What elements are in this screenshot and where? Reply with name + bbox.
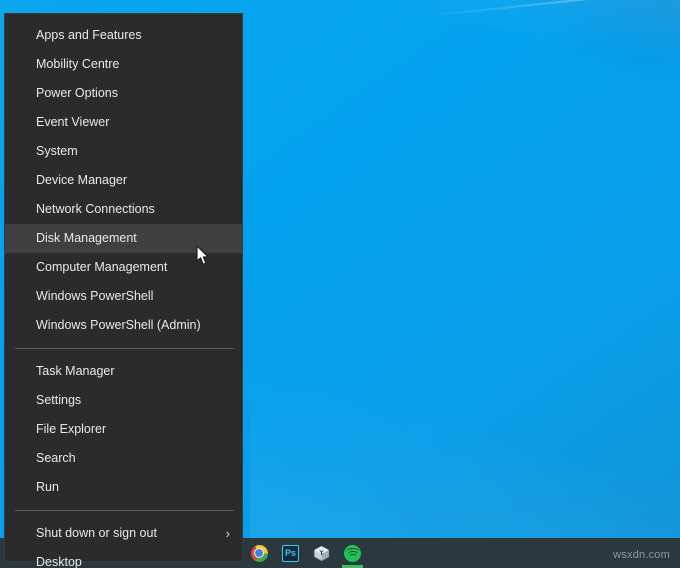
menu-item-label: Power Options (36, 79, 118, 108)
wallpaper-light-streak (390, 0, 680, 136)
menu-item-label: Settings (36, 386, 81, 415)
taskbar-button-photoshop[interactable]: Ps (275, 538, 306, 568)
menu-item-label: Windows PowerShell (Admin) (36, 311, 201, 340)
menu-item-mobility-centre[interactable]: Mobility Centre (5, 50, 242, 79)
menu-item-run[interactable]: Run (5, 473, 242, 502)
menu-item-power-options[interactable]: Power Options (5, 79, 242, 108)
menu-item-windows-powershell-admin[interactable]: Windows PowerShell (Admin) (5, 311, 242, 340)
menu-item-apps-and-features[interactable]: Apps and Features (5, 21, 242, 50)
wallpaper-thin-streak (421, 0, 680, 18)
menu-item-windows-powershell[interactable]: Windows PowerShell (5, 282, 242, 311)
menu-item-event-viewer[interactable]: Event Viewer (5, 108, 242, 137)
menu-item-computer-management[interactable]: Computer Management (5, 253, 242, 282)
menu-item-label: Desktop (36, 548, 82, 568)
menu-item-label: Windows PowerShell (36, 282, 153, 311)
menu-group-system-tools: Apps and Features Mobility Centre Power … (5, 21, 242, 340)
menu-group-session: Shut down or sign out › Desktop (5, 519, 242, 568)
taskbar-button-spotify[interactable] (337, 538, 368, 568)
menu-item-task-manager[interactable]: Task Manager (5, 357, 242, 386)
menu-item-search[interactable]: Search (5, 444, 242, 473)
menu-separator-1 (15, 348, 234, 349)
menu-item-label: Network Connections (36, 195, 155, 224)
menu-item-label: Disk Management (36, 224, 137, 253)
menu-item-file-explorer[interactable]: File Explorer (5, 415, 242, 444)
menu-item-network-connections[interactable]: Network Connections (5, 195, 242, 224)
menu-item-label: Apps and Features (36, 21, 142, 50)
menu-item-settings[interactable]: Settings (5, 386, 242, 415)
taskbar-button-chrome[interactable] (244, 538, 275, 568)
winx-context-menu[interactable]: Apps and Features Mobility Centre Power … (4, 13, 243, 562)
watermark-text: wsxdn.com (613, 549, 670, 561)
menu-item-system[interactable]: System (5, 137, 242, 166)
menu-item-label: Shut down or sign out (36, 519, 157, 548)
menu-item-label: Device Manager (36, 166, 127, 195)
photoshop-icon: Ps (282, 545, 299, 562)
menu-separator-2 (15, 510, 234, 511)
virtualbox-icon (313, 545, 330, 562)
chrome-icon (251, 545, 268, 562)
chevron-right-icon: › (226, 527, 230, 540)
menu-item-label: Run (36, 473, 59, 502)
menu-item-label: Event Viewer (36, 108, 109, 137)
menu-item-label: Search (36, 444, 76, 473)
menu-item-device-manager[interactable]: Device Manager (5, 166, 242, 195)
menu-item-label: System (36, 137, 78, 166)
spotify-icon (344, 545, 361, 562)
taskbar-icon-strip: Ps (244, 538, 368, 568)
menu-item-desktop[interactable]: Desktop (5, 548, 242, 568)
menu-item-label: Task Manager (36, 357, 115, 386)
menu-item-label: Mobility Centre (36, 50, 119, 79)
taskbar-button-virtualbox[interactable] (306, 538, 337, 568)
menu-item-shut-down-or-sign-out[interactable]: Shut down or sign out › (5, 519, 242, 548)
wallpaper-shade (500, 0, 680, 90)
menu-item-label: Computer Management (36, 253, 167, 282)
menu-item-disk-management[interactable]: Disk Management (5, 224, 242, 253)
wallpaper-lower-glow (250, 358, 680, 538)
menu-group-shell-tools: Task Manager Settings File Explorer Sear… (5, 357, 242, 502)
menu-item-label: File Explorer (36, 415, 106, 444)
desktop[interactable]: Apps and Features Mobility Centre Power … (0, 0, 680, 568)
